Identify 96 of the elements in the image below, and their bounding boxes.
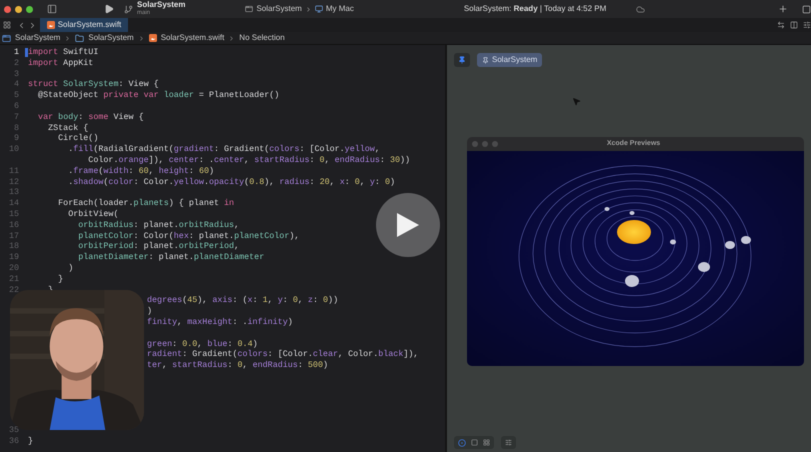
code-line: } [57,272,64,286]
line-number: 18 [8,240,20,253]
grid-icon[interactable] [3,21,11,29]
preview-chip[interactable]: SolarSystem [477,53,542,67]
code-line: degrees(45), axis: (x: 1, y: 0, z: 0)) [147,294,338,306]
code-line: radient: Gradient(colors: [Color.clear, Color.black]), [147,348,418,360]
line-number: 36 [8,434,20,448]
code-line: .fill(RadialGradient(gradient: Gradient(colors: [Color.yellow, [67,143,380,156]
live-mode-icon[interactable] [458,438,466,446]
mouse-pointer-icon [572,97,581,106]
app-icon [2,34,11,42]
code-line: orbitRadius: planet.orbitRadius, [77,218,240,232]
device-settings-button[interactable] [501,436,516,449]
line-number: 6 [12,100,20,113]
code-line: green: 0.0, blue: 0.4) [147,338,258,350]
chevron-icon [138,34,145,42]
code-line: ZStack { [47,122,88,134]
editor-tab[interactable]: SolarSystem.swift [40,18,128,32]
line-number: 7 [12,110,20,124]
line-number: 11 [8,164,20,178]
code-line: orbitPeriod: planet.orbitPeriod, [77,240,240,252]
code-line: @StateObject private var loader = PlanetLoader() [37,89,280,102]
variants-icon[interactable] [483,439,490,446]
code-line: struct SolarSystem: View { [28,78,159,90]
close-button[interactable] [4,6,11,12]
code-line: .shadow(color: Color.yellow.opacity(0.8), radius: 20, x: 0, y: 0) [67,176,396,188]
code-line: Color.orange]), center: .center, startRadius: 0, endRadius: 30)) [87,154,410,166]
swift-file-icon [46,21,55,29]
pin-button[interactable] [454,53,470,67]
chevron-icon [64,34,72,42]
code-line: var body: some View { [37,110,144,124]
minimize-button[interactable] [15,6,22,12]
line-number: 12 [8,176,20,188]
code-line: finity, maxHeight: .infinity) [147,316,293,329]
build-status: SolarSystem: Ready | Today at 4:52 PM [464,3,606,15]
code-line: .frame(width: 60, height: 60) [67,164,214,178]
line-number: 20 [8,262,20,275]
code-line: ter, startRadius: 0, endRadius: 500) [147,359,328,372]
forward-icon[interactable] [28,20,37,30]
scheme-name[interactable]: SolarSystem [256,3,302,15]
line-number: 19 [8,251,20,264]
code-line: ForEach(loader.planets) { planet in [57,197,234,210]
swap-icon[interactable] [777,21,785,29]
chevron-icon [228,34,236,42]
back-icon[interactable] [17,20,26,30]
line-number: 22 [8,284,20,296]
inspector-icon[interactable] [803,21,811,29]
code-line: OrbitView( [67,208,118,220]
destination-name[interactable]: My Mac [326,3,354,15]
library-icon[interactable] [802,4,811,14]
folder-icon [75,34,84,42]
line-number: 15 [8,208,20,221]
line-number: 3 [12,68,20,80]
code-line: planetDiameter: planet.planetDiameter [77,251,264,264]
line-number: 17 [8,230,20,242]
branch-icon [124,4,133,14]
line-number: 21 [8,272,20,286]
line-number: 5 [12,89,20,102]
line-number: 1 [12,46,20,59]
cloud-icon [636,4,646,14]
run-icon[interactable] [104,4,114,14]
code-line: ) [67,262,74,275]
text-cursor [25,48,28,57]
pin-icon [482,56,489,64]
breadcrumb-item[interactable]: SolarSystem [15,32,60,44]
split-icon[interactable] [790,21,798,29]
code-line: } [28,434,34,448]
chevron-icon [304,6,312,12]
code-line: ) [147,305,152,318]
line-number: 16 [8,218,20,232]
code-line: planetColor: Color(hex: planet.planetColor), [77,230,300,242]
line-number: 2 [12,56,20,70]
breadcrumb-item[interactable]: SolarSystem [88,32,134,44]
play-icon [397,213,419,237]
line-number: 4 [12,78,20,92]
project-name: SolarSystem [137,1,186,9]
swift-file-icon [148,34,157,42]
selectable-mode-icon[interactable] [471,439,478,446]
line-number: 8 [12,122,20,134]
line-number: 35 [8,424,20,437]
code-line: Circle() [57,132,98,144]
zoom-button[interactable] [26,6,33,12]
line-number: 9 [12,132,20,145]
code-line: import AppKit [28,56,94,70]
line-number: 13 [8,186,20,200]
code-line: import SwiftUI [28,46,98,58]
pin-icon [458,56,466,64]
monitor-icon [314,5,323,13]
breadcrumb-item[interactable]: No Selection [239,32,285,44]
line-number: 10 [8,143,20,156]
breadcrumb-item[interactable]: SolarSystem.swift [160,32,224,44]
settings-icon [505,439,512,446]
add-icon[interactable] [778,4,788,14]
app-icon [245,5,254,13]
sidebar-icon[interactable] [47,4,57,14]
line-number: 14 [8,197,20,210]
